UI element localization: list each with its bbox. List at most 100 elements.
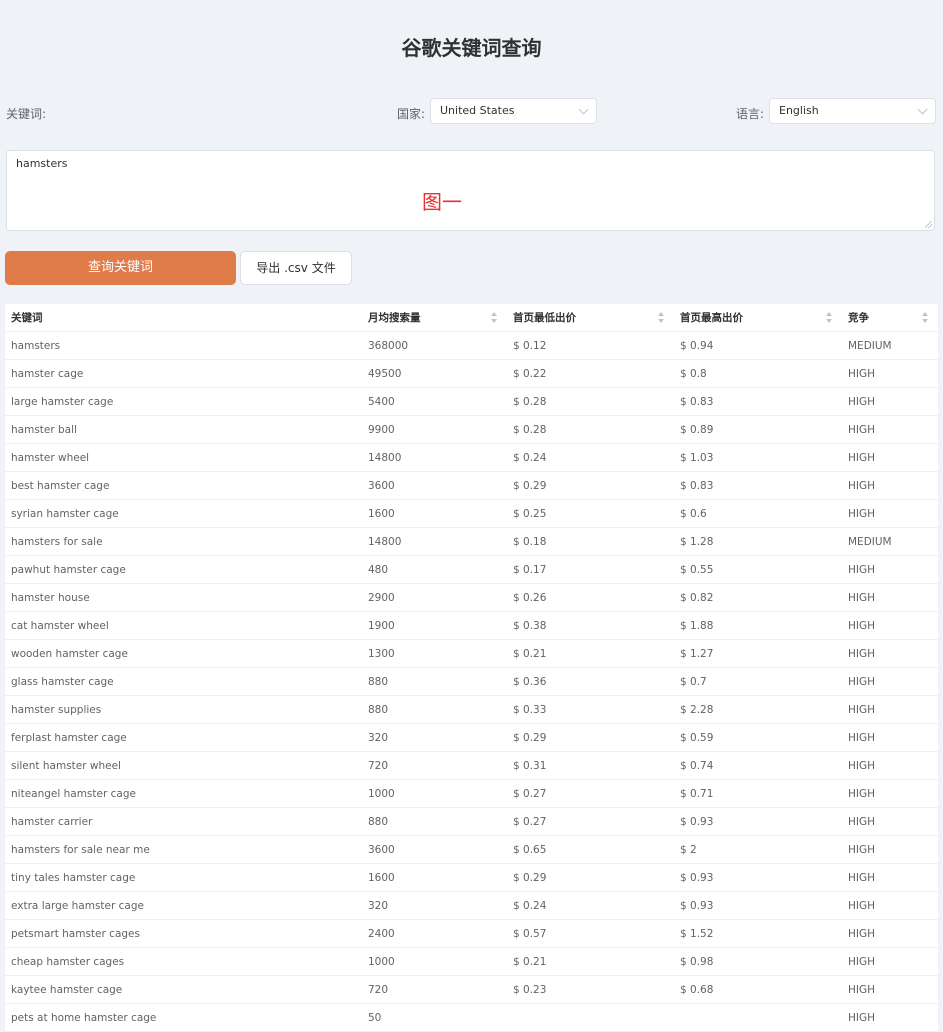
cell-min-bid: $ 0.22 xyxy=(507,359,674,388)
table-row: hamsters 368000 $ 0.12 $ 0.94 MEDIUM xyxy=(5,331,938,360)
cell-keyword: large hamster cage xyxy=(5,387,362,416)
cell-monthly-searches: 720 xyxy=(362,751,507,780)
query-keywords-button[interactable]: 查询关键词 xyxy=(5,251,236,285)
cell-keyword: hamster supplies xyxy=(5,695,362,724)
cell-monthly-searches: 3600 xyxy=(362,835,507,864)
sort-icon[interactable] xyxy=(658,312,664,323)
cell-monthly-searches: 368000 xyxy=(362,331,507,360)
cell-min-bid: $ 0.17 xyxy=(507,555,674,584)
cell-max-bid: $ 0.68 xyxy=(674,975,842,1004)
cell-keyword: cat hamster wheel xyxy=(5,611,362,640)
cell-monthly-searches: 1600 xyxy=(362,863,507,892)
cell-monthly-searches: 14800 xyxy=(362,527,507,556)
column-header-max-bid[interactable]: 首页最高出价 xyxy=(674,304,842,332)
cell-keyword: syrian hamster cage xyxy=(5,499,362,528)
cell-competition: HIGH xyxy=(842,471,938,500)
sort-icon[interactable] xyxy=(491,312,497,323)
cell-competition: HIGH xyxy=(842,779,938,808)
cell-min-bid: $ 0.24 xyxy=(507,443,674,472)
cell-max-bid: $ 0.74 xyxy=(674,751,842,780)
cell-min-bid: $ 0.36 xyxy=(507,667,674,696)
table-row: large hamster cage 5400 $ 0.28 $ 0.83 HIGH xyxy=(5,387,938,416)
cell-min-bid: $ 0.21 xyxy=(507,947,674,976)
cell-competition: MEDIUM xyxy=(842,331,938,360)
cell-min-bid: $ 0.27 xyxy=(507,807,674,836)
export-csv-button[interactable]: 导出 .csv 文件 xyxy=(240,251,352,285)
cell-keyword: cheap hamster cages xyxy=(5,947,362,976)
cell-keyword: ferplast hamster cage xyxy=(5,723,362,752)
cell-max-bid: $ 0.83 xyxy=(674,471,842,500)
country-select[interactable]: United States xyxy=(430,98,597,124)
cell-keyword: hamster house xyxy=(5,583,362,612)
table-row: tiny tales hamster cage 1600 $ 0.29 $ 0.93 H… xyxy=(5,863,938,892)
cell-max-bid xyxy=(674,1003,842,1032)
cell-monthly-searches: 320 xyxy=(362,723,507,752)
cell-competition: HIGH xyxy=(842,667,938,696)
cell-keyword: hamsters xyxy=(5,331,362,360)
cell-min-bid: $ 0.38 xyxy=(507,611,674,640)
cell-keyword: tiny tales hamster cage xyxy=(5,863,362,892)
table-row: pawhut hamster cage 480 $ 0.17 $ 0.55 HIGH xyxy=(5,555,938,584)
cell-max-bid: $ 2.28 xyxy=(674,695,842,724)
cell-monthly-searches: 1600 xyxy=(362,499,507,528)
keyword-textarea[interactable]: hamsters xyxy=(6,150,935,231)
sort-icon[interactable] xyxy=(922,312,928,323)
cell-max-bid: $ 0.55 xyxy=(674,555,842,584)
sort-icon[interactable] xyxy=(826,312,832,323)
column-header-monthly-searches[interactable]: 月均搜索量 xyxy=(362,304,507,332)
cell-competition: HIGH xyxy=(842,975,938,1004)
table-row: hamster ball 9900 $ 0.28 $ 0.89 HIGH xyxy=(5,415,938,444)
country-label: 国家: xyxy=(397,107,426,121)
language-label: 语言: xyxy=(736,107,765,121)
cell-keyword: hamster carrier xyxy=(5,807,362,836)
keyword-table: 关键词 月均搜索量 首页最低出价 首页最高出价 竞争 hamsters 36800… xyxy=(5,304,938,1032)
cell-min-bid: $ 0.23 xyxy=(507,975,674,1004)
cell-keyword: hamsters for sale near me xyxy=(5,835,362,864)
cell-min-bid: $ 0.65 xyxy=(507,835,674,864)
cell-monthly-searches: 50 xyxy=(362,1003,507,1032)
cell-max-bid: $ 0.59 xyxy=(674,723,842,752)
language-select[interactable]: English xyxy=(769,98,936,124)
cell-keyword: best hamster cage xyxy=(5,471,362,500)
cell-max-bid: $ 0.98 xyxy=(674,947,842,976)
cell-min-bid: $ 0.28 xyxy=(507,415,674,444)
cell-max-bid: $ 0.93 xyxy=(674,863,842,892)
cell-keyword: hamster wheel xyxy=(5,443,362,472)
cell-competition: HIGH xyxy=(842,891,938,920)
table-row: cheap hamster cages 1000 $ 0.21 $ 0.98 HIGH xyxy=(5,947,938,976)
table-row: petsmart hamster cages 2400 $ 0.57 $ 1.52 HI… xyxy=(5,919,938,948)
resize-grip-icon[interactable] xyxy=(925,221,932,228)
chevron-down-icon xyxy=(578,104,589,115)
table-body: hamsters 368000 $ 0.12 $ 0.94 MEDIUM hamster … xyxy=(5,331,938,1032)
cell-competition: HIGH xyxy=(842,835,938,864)
cell-max-bid: $ 0.93 xyxy=(674,891,842,920)
cell-keyword: kaytee hamster cage xyxy=(5,975,362,1004)
table-row: extra large hamster cage 320 $ 0.24 $ 0.93 H… xyxy=(5,891,938,920)
cell-monthly-searches: 14800 xyxy=(362,443,507,472)
cell-keyword: pawhut hamster cage xyxy=(5,555,362,584)
column-header-competition[interactable]: 竞争 xyxy=(842,304,938,332)
cell-monthly-searches: 1000 xyxy=(362,947,507,976)
cell-keyword: hamsters for sale xyxy=(5,527,362,556)
cell-competition: HIGH xyxy=(842,499,938,528)
cell-monthly-searches: 5400 xyxy=(362,387,507,416)
cell-monthly-searches: 880 xyxy=(362,807,507,836)
cell-monthly-searches: 2400 xyxy=(362,919,507,948)
column-header-min-bid[interactable]: 首页最低出价 xyxy=(507,304,674,332)
table-row: hamsters for sale near me 3600 $ 0.65 $ 2 HI… xyxy=(5,835,938,864)
table-row: hamster cage 49500 $ 0.22 $ 0.8 HIGH xyxy=(5,359,938,388)
cell-monthly-searches: 2900 xyxy=(362,583,507,612)
country-select-value: United States xyxy=(440,104,515,117)
cell-monthly-searches: 49500 xyxy=(362,359,507,388)
table-row: best hamster cage 3600 $ 0.29 $ 0.83 HIGH xyxy=(5,471,938,500)
cell-max-bid: $ 0.7 xyxy=(674,667,842,696)
language-select-value: English xyxy=(779,104,819,117)
cell-competition: HIGH xyxy=(842,807,938,836)
cell-monthly-searches: 320 xyxy=(362,891,507,920)
cell-min-bid: $ 0.24 xyxy=(507,891,674,920)
cell-monthly-searches: 880 xyxy=(362,667,507,696)
table-row: hamster wheel 14800 $ 0.24 $ 1.03 HIGH xyxy=(5,443,938,472)
chevron-down-icon xyxy=(917,104,928,115)
cell-monthly-searches: 3600 xyxy=(362,471,507,500)
keyword-label: 关键词: xyxy=(6,107,47,121)
